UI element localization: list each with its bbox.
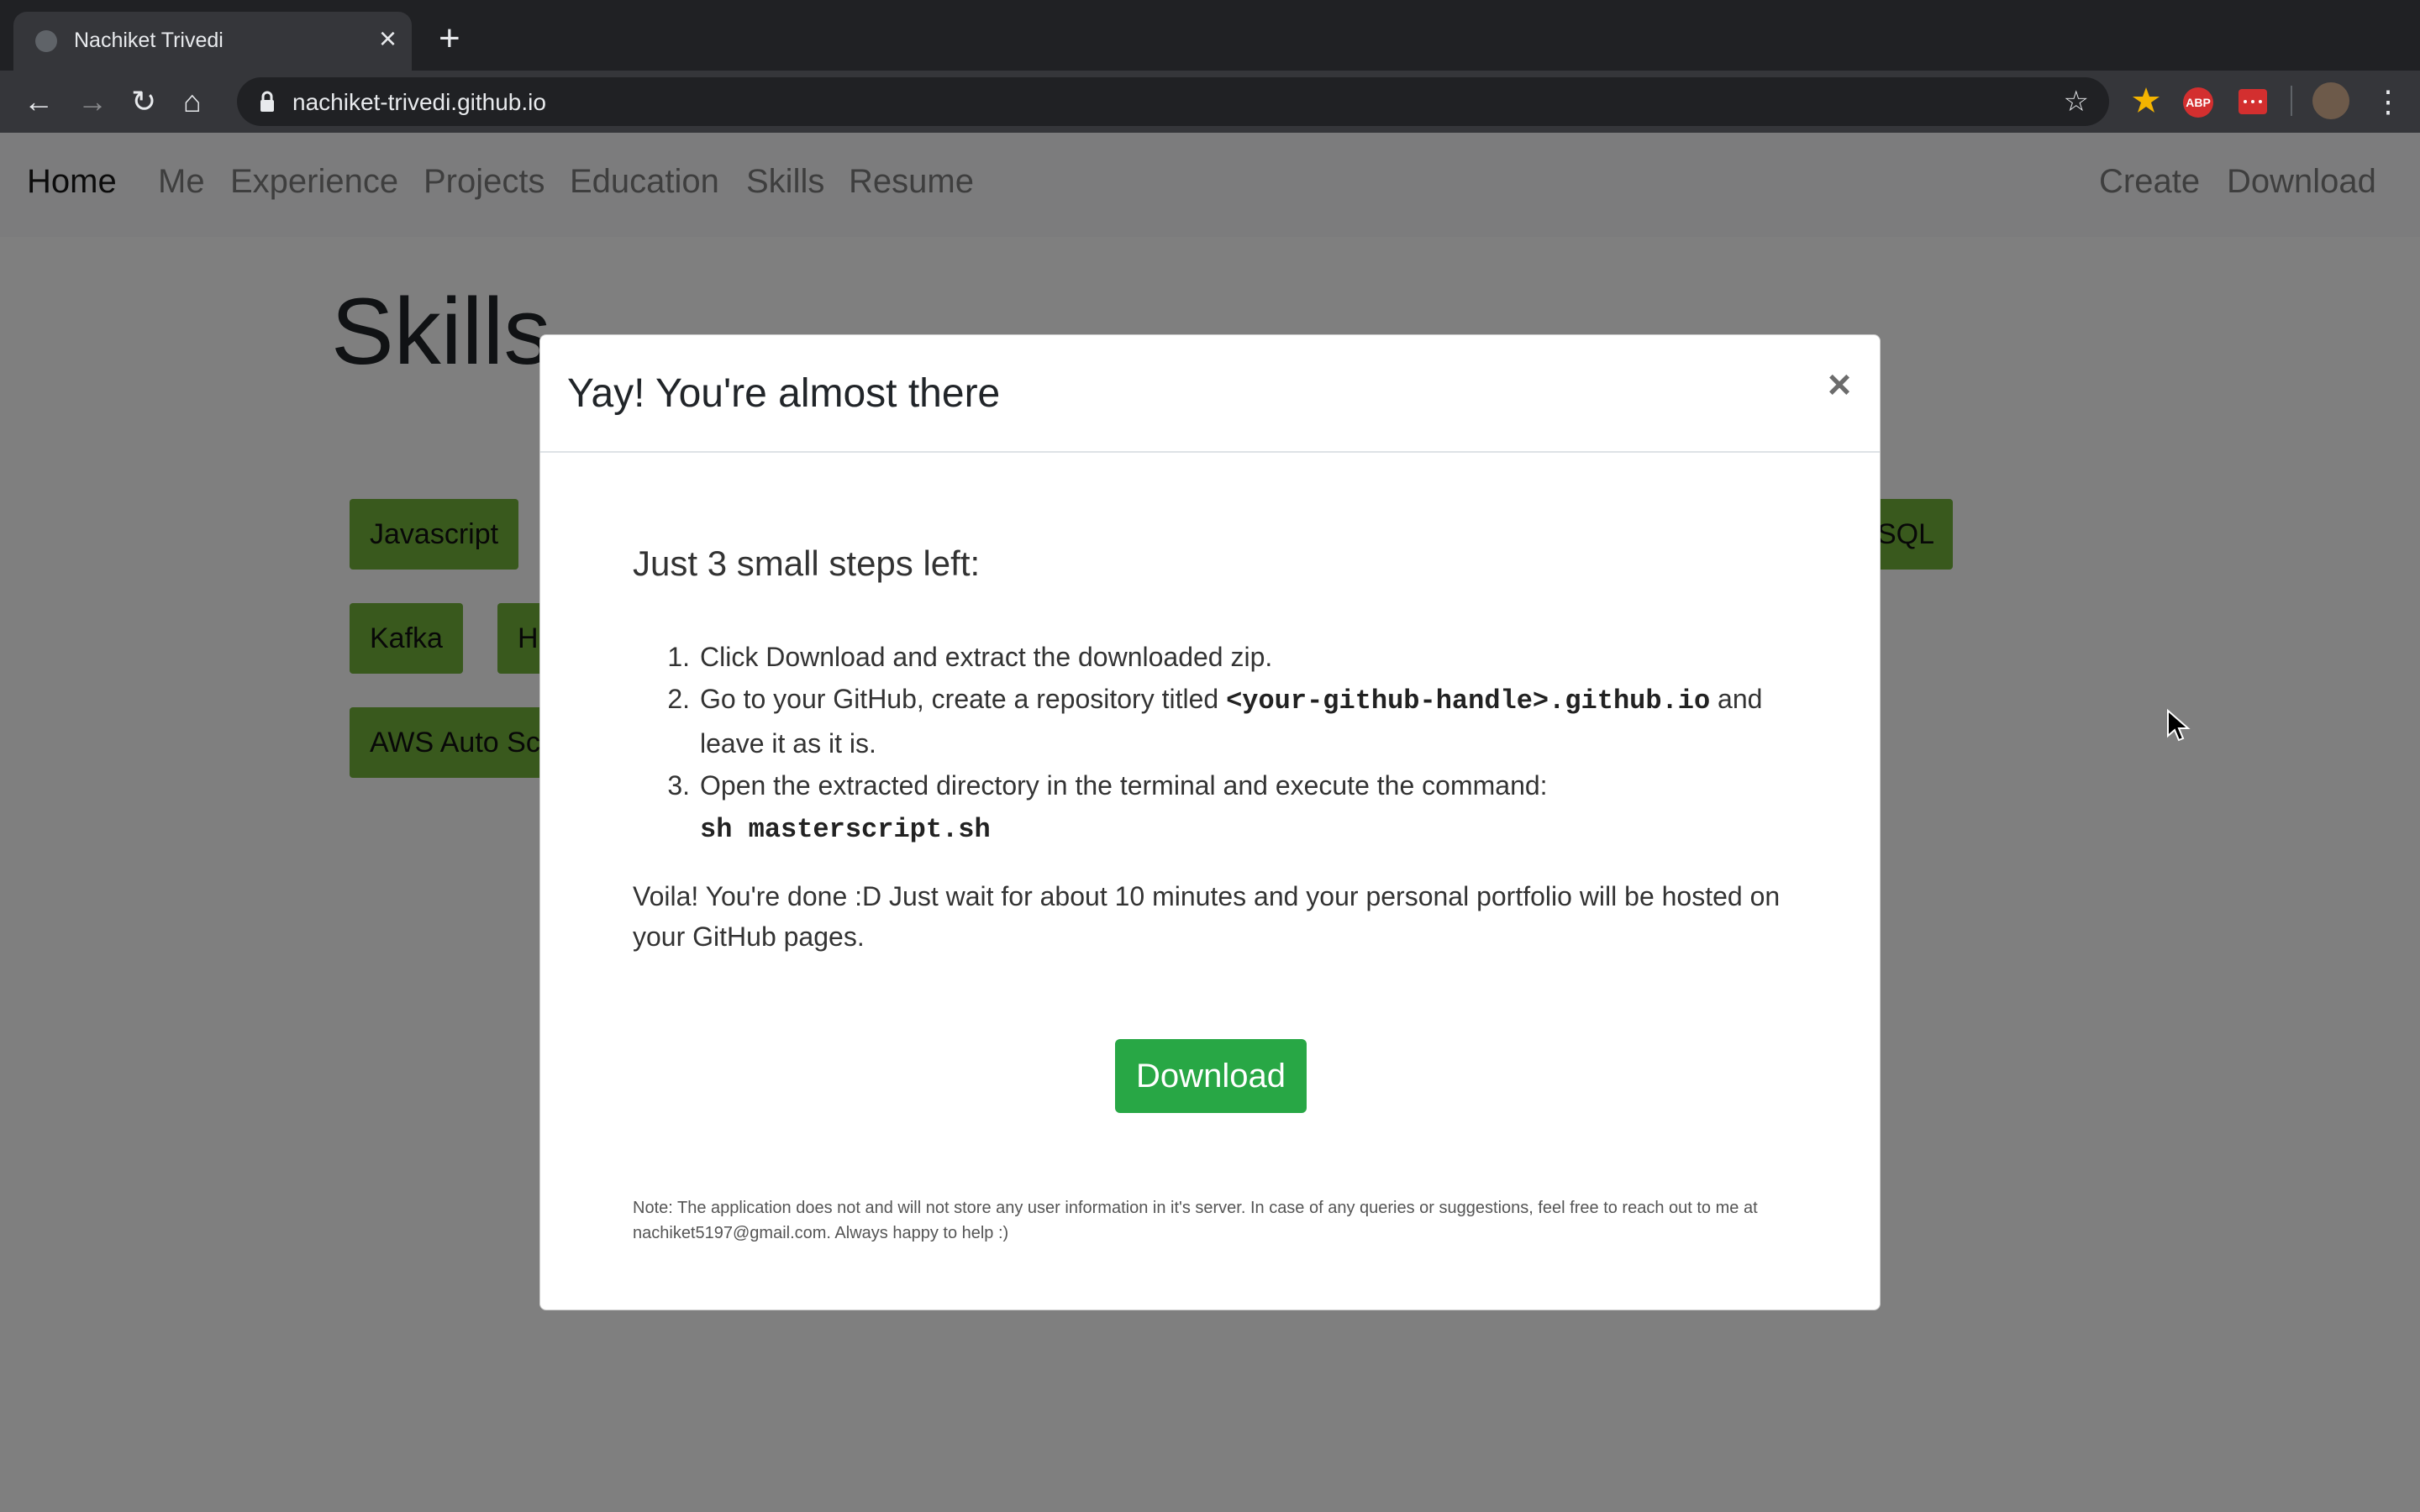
command-code: sh masterscript.sh: [700, 814, 991, 845]
globe-icon: [35, 30, 57, 52]
modal-title: Yay! You're almost there: [567, 371, 1001, 416]
url-text: nachiket-trivedi.github.io: [292, 89, 546, 115]
steps-heading: Just 3 small steps left:: [633, 543, 981, 583]
home-icon[interactable]: ⌂: [183, 86, 202, 118]
step-item: 1. Click Download and extract the downlo…: [633, 636, 1792, 678]
step-number: 1.: [667, 642, 690, 672]
completion-text: Voila! You're done :D Just wait for abou…: [633, 881, 1781, 952]
toolbar-divider: [2291, 86, 2292, 116]
steps-list: 1. Click Download and extract the downlo…: [633, 636, 1792, 851]
download-modal: Yay! You're almost there × Just 3 small …: [539, 334, 1881, 1310]
step-text: Click Download and extract the downloade…: [700, 642, 1273, 672]
browser-menu-icon[interactable]: ⋮: [2373, 86, 2403, 118]
repo-name-code: <your-github-handle>.github.io: [1226, 685, 1711, 717]
profile-avatar[interactable]: [2312, 82, 2349, 119]
step-number: 2.: [667, 684, 690, 714]
password-extension-icon[interactable]: [2238, 89, 2267, 114]
step-text: Open the extracted directory in the term…: [700, 770, 1548, 801]
download-button[interactable]: Download: [1115, 1039, 1307, 1113]
lock-icon: [260, 91, 274, 112]
step-item: 3. Open the extracted directory in the t…: [633, 764, 1792, 851]
adblock-icon[interactable]: ABP: [2183, 87, 2213, 118]
browser-toolbar: ← → ↻ ⌂ nachiket-trivedi.github.io ☆ ABP…: [0, 71, 2420, 133]
tab-close-icon[interactable]: ×: [379, 22, 397, 55]
mouse-cursor-icon: [2167, 709, 2191, 742]
browser-tab-bar: Nachiket Trivedi × +: [0, 0, 2420, 71]
reload-icon[interactable]: ↻: [131, 86, 156, 118]
browser-tab[interactable]: Nachiket Trivedi ×: [13, 12, 412, 71]
new-tab-icon[interactable]: +: [439, 20, 460, 57]
modal-header: Yay! You're almost there ×: [540, 335, 1880, 453]
back-icon[interactable]: ←: [24, 86, 54, 118]
close-icon[interactable]: ×: [1828, 365, 1851, 406]
step-text: Go to your GitHub, create a repository t…: [700, 684, 1227, 714]
step-number: 3.: [667, 770, 690, 801]
bookmark-star-icon[interactable]: ☆: [2064, 87, 2089, 116]
forward-icon[interactable]: →: [77, 86, 108, 118]
tab-title: Nachiket Trivedi: [74, 29, 224, 52]
bookmark-extension-icon[interactable]: [2131, 86, 2161, 116]
address-bar[interactable]: nachiket-trivedi.github.io ☆: [237, 77, 2109, 126]
privacy-note: Note: The application does not and will …: [633, 1199, 1758, 1242]
step-item: 2. Go to your GitHub, create a repositor…: [633, 678, 1792, 764]
